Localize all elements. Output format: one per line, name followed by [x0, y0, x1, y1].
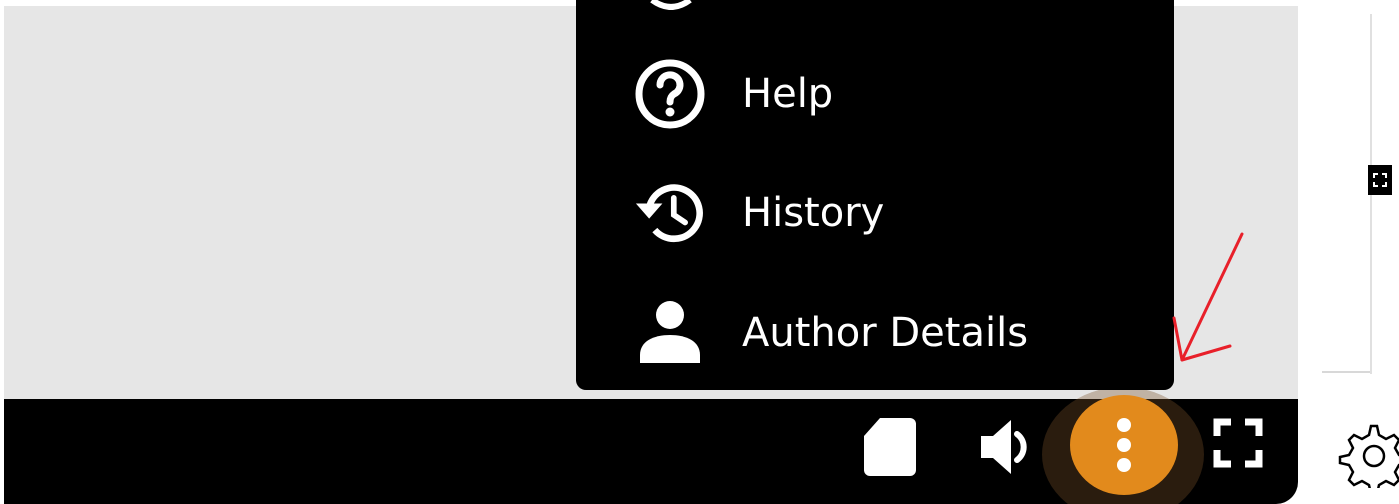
- app-stage: Help History Author Details: [0, 0, 1399, 504]
- panel-separator: [1322, 371, 1370, 373]
- partial-menu-icon: [650, 0, 692, 10]
- history-icon: [634, 177, 706, 249]
- fullscreen-button[interactable]: [1210, 415, 1266, 471]
- volume-button[interactable]: [972, 413, 1044, 481]
- menu-item-label: Author Details: [742, 310, 1029, 356]
- more-options-button[interactable]: [1070, 395, 1178, 495]
- bottom-toolbar: [4, 387, 1298, 504]
- volume-icon: [981, 420, 1027, 474]
- fullscreen-icon: [1213, 418, 1263, 468]
- page-icon: [864, 418, 916, 476]
- help-circle-icon: [634, 58, 706, 130]
- menu-item-label: History: [742, 190, 885, 236]
- menu-item-help[interactable]: Help: [576, 44, 1174, 144]
- menu-item-history[interactable]: History: [576, 163, 1174, 263]
- options-menu: Help History Author Details: [576, 0, 1174, 390]
- annotation-arrow: [1172, 232, 1244, 362]
- page-button[interactable]: [856, 413, 924, 481]
- person-icon: [634, 297, 706, 369]
- menu-item-author-details[interactable]: Author Details: [576, 283, 1174, 383]
- mini-fullscreen-icon[interactable]: [1368, 165, 1392, 195]
- more-vertical-icon: [1117, 418, 1131, 472]
- settings-gear-icon[interactable]: [1336, 418, 1399, 496]
- menu-item-label: Help: [742, 71, 834, 117]
